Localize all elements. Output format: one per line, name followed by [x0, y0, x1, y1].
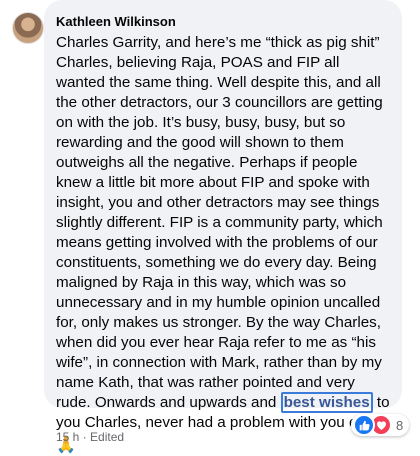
- avatar[interactable]: [12, 12, 44, 44]
- comment-bubble: Kathleen Wilkinson Charles Garrity, and …: [44, 0, 402, 454]
- reaction-summary[interactable]: 8: [351, 414, 410, 436]
- comment-meta[interactable]: 15 h · Edited: [56, 430, 124, 444]
- comment-text-main: Charles Garrity, and here’s me “thick as…: [56, 34, 383, 411]
- comment-text: Charles Garrity, and here’s me “thick as…: [56, 33, 390, 456]
- highlighted-text: best wishes: [280, 392, 373, 413]
- comment-author[interactable]: Kathleen Wilkinson: [56, 14, 390, 30]
- like-icon: [353, 414, 375, 436]
- reaction-count: 8: [396, 417, 404, 433]
